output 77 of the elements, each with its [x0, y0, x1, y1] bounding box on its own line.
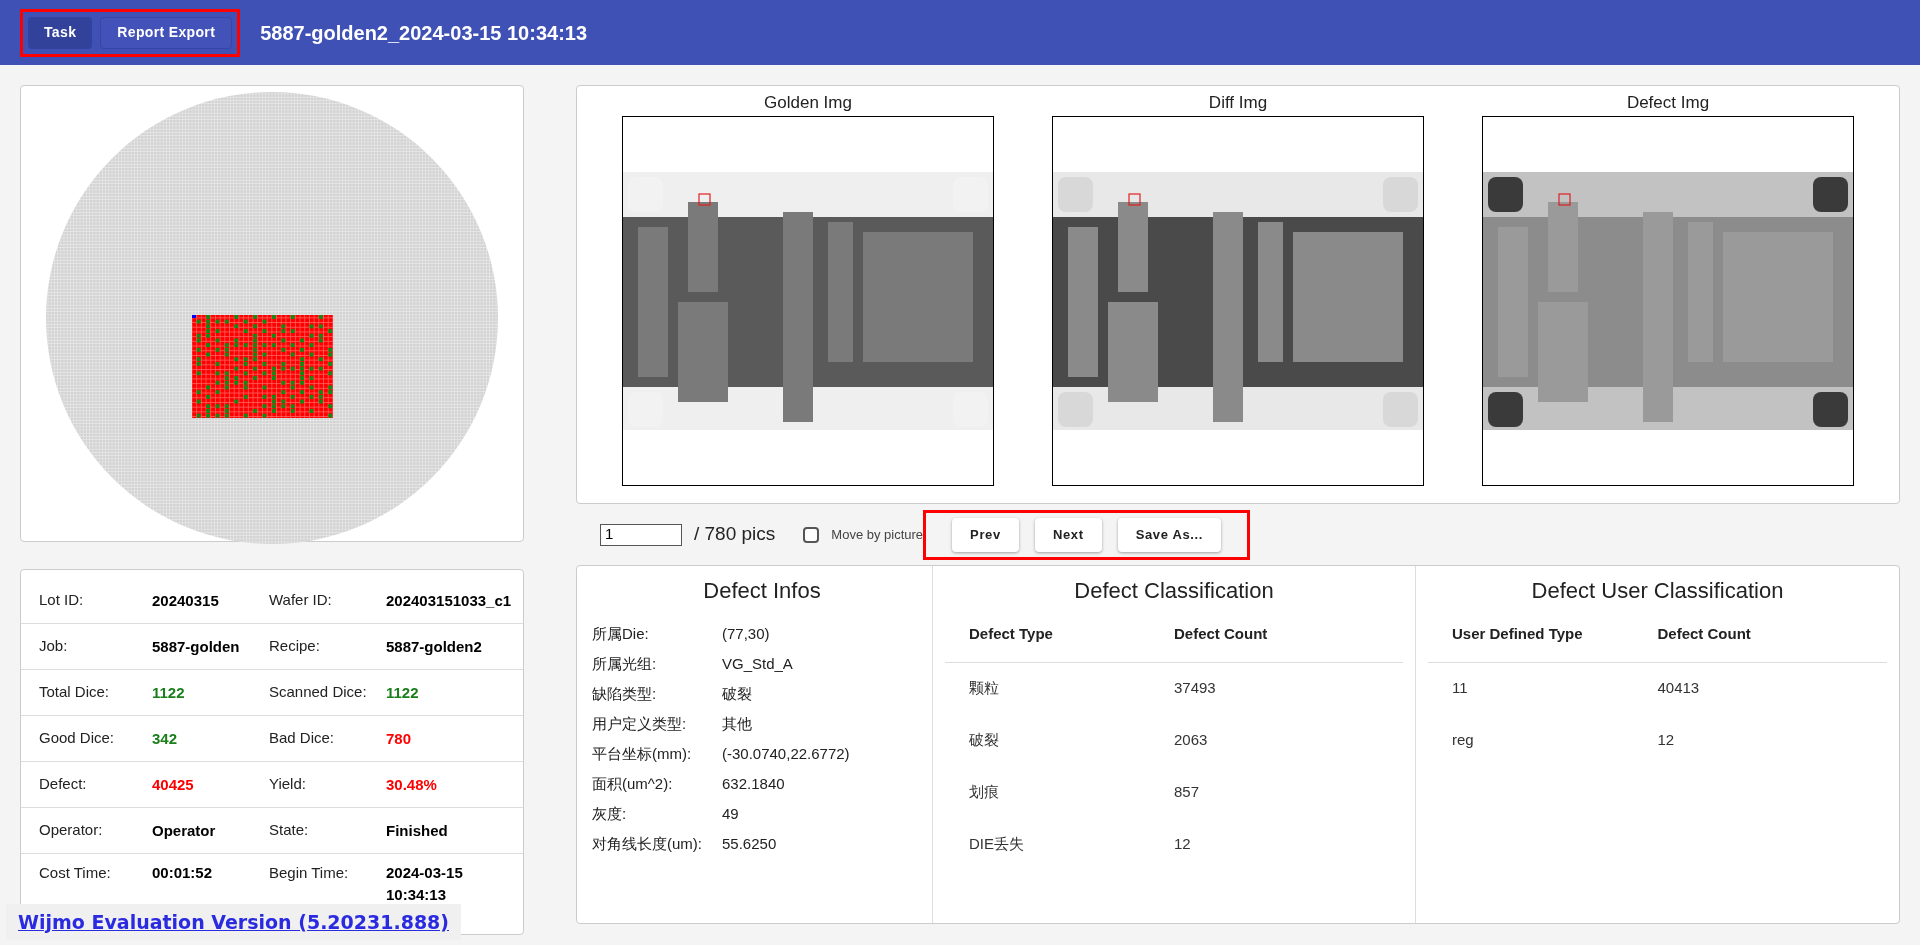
page-title: 5887-golden2_2024-03-15 10:34:13 [260, 20, 588, 46]
field-value: 其他 [722, 713, 753, 734]
header-button[interactable]: Report Export [100, 16, 233, 49]
column-header: User Defined Type [1452, 624, 1584, 644]
field-value: (77,30) [722, 623, 771, 644]
field-label: 对角线长度(um): [592, 833, 703, 854]
header-button[interactable]: Task [28, 16, 93, 49]
field-value: 5887-golden [152, 636, 241, 657]
field-label: Scanned Dice: [269, 682, 368, 703]
field-label: 所属Die: [592, 623, 650, 644]
field-value: 00:01:52 [152, 863, 214, 883]
pager-button[interactable]: Next [1034, 517, 1102, 552]
field-value: 2024-03-15 10:34:13 [386, 863, 464, 905]
field-label: 面积(um^2): [592, 773, 674, 794]
field-label: Good Dice: [39, 728, 116, 749]
table-cell-text: 857 [1174, 782, 1201, 803]
column-header: Defect Type [969, 624, 1054, 644]
field-label: Total Dice: [39, 682, 111, 703]
field-label: Operator: [39, 820, 104, 841]
field-label: State: [269, 820, 310, 841]
field-value: (-30.0740,22.6772) [722, 743, 851, 764]
field-label: 平台坐标(mm): [592, 743, 693, 764]
field-value: 202403151033_c1 [386, 590, 512, 611]
section-title: Defect User Classification [1530, 577, 1785, 605]
table-cell-text: 12 [1174, 834, 1192, 855]
field-value: 780 [386, 728, 413, 749]
field-value: 20240315 [152, 590, 220, 611]
evaluation-link[interactable]: Wijmo Evaluation Version (5.20231.888) [18, 910, 449, 933]
field-value: 1122 [386, 682, 420, 703]
table-cell-text: 11 [1452, 678, 1469, 699]
table-cell-text: 破裂 [969, 730, 1000, 751]
field-value: 55.6250 [722, 833, 778, 854]
table-cell-text: 37493 [1174, 678, 1217, 699]
field-label: Cost Time: [39, 863, 112, 883]
field-value: 49 [722, 803, 740, 824]
field-label: Begin Time: [269, 863, 350, 883]
table-cell-text: 40413 [1657, 678, 1701, 699]
field-value: Finished [386, 820, 449, 841]
field-value: 632.1840 [722, 773, 786, 794]
field-label: 所属光组: [592, 653, 658, 674]
page-total: / 780 pics [694, 522, 776, 547]
field-value: Operator [152, 820, 217, 841]
section-title: Defect Classification [1073, 577, 1275, 605]
field-label: Recipe: [269, 636, 321, 657]
image-title: Diff Img [1208, 92, 1268, 114]
field-label: Yield: [269, 774, 307, 795]
page-input[interactable]: 1 [600, 523, 682, 546]
field-value: 342 [152, 728, 179, 749]
column-header: Defect Count [1657, 624, 1752, 644]
field-value: VG_Std_A [722, 653, 794, 674]
field-label: Job: [39, 636, 69, 657]
pager-button[interactable]: Prev [952, 517, 1019, 552]
field-value: 破裂 [722, 683, 753, 704]
field-value: 5887-golden2 [386, 636, 483, 657]
image-title: Defect Img [1626, 92, 1710, 114]
checkbox[interactable] [803, 526, 820, 543]
column-header: Defect Count [1174, 624, 1269, 644]
section-title: Defect Infos [702, 577, 822, 605]
field-value: 30.48% [386, 774, 438, 795]
field-label: Wafer ID: [269, 590, 333, 611]
pager-button[interactable]: Save As... [1117, 517, 1222, 552]
field-label: Bad Dice: [269, 728, 336, 749]
checkbox-label: Move by picture [831, 525, 924, 544]
table-cell-text: reg [1452, 730, 1475, 751]
field-label: 缺陷类型: [592, 683, 658, 704]
table-cell-text: 颗粒 [969, 678, 1000, 699]
field-label: 灰度: [592, 803, 628, 824]
table-cell-text: 划痕 [969, 782, 1000, 803]
image-title: Golden Img [764, 92, 852, 114]
field-value: 40425 [152, 774, 195, 795]
field-label: Lot ID: [39, 590, 85, 611]
table-cell-text: DIE丢失 [969, 834, 1025, 855]
field-label: Defect: [39, 774, 88, 795]
field-label: 用户定义类型: [592, 713, 688, 734]
table-cell-text: 2063 [1174, 730, 1209, 751]
field-value: 1122 [152, 682, 186, 703]
table-cell-text: 12 [1657, 730, 1676, 751]
